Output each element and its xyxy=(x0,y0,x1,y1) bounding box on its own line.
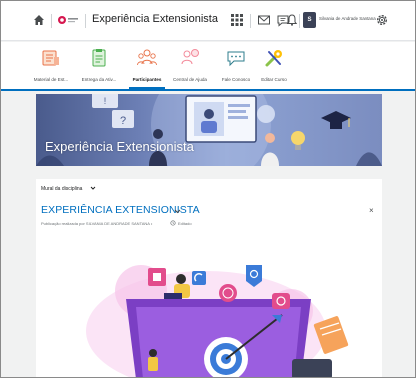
course-navbar: Material de Est... Entrega da Ativ... Pa… xyxy=(1,42,415,91)
banner-illustration: ! ? xyxy=(36,94,382,166)
divider xyxy=(51,14,52,28)
nav-item-entrega[interactable]: Entrega da Ativ... xyxy=(77,42,121,91)
divider xyxy=(299,14,300,28)
chevron-down-icon[interactable] xyxy=(90,185,96,191)
nav-label: Material de Est... xyxy=(33,77,69,82)
nav-label: Central de Ajuda xyxy=(173,77,207,82)
course-selector-grid-icon[interactable] xyxy=(230,13,244,27)
help-center-people-icon xyxy=(181,49,199,65)
wrench-tools-icon xyxy=(265,50,282,67)
nav-item-central-ajuda[interactable]: Central de Ajuda xyxy=(167,42,213,91)
home-icon[interactable] xyxy=(33,14,45,26)
course-title[interactable]: Experiência Extensionista xyxy=(92,13,218,25)
nav-item-material[interactable]: Material de Est... xyxy=(29,42,73,91)
user-avatar[interactable]: S xyxy=(303,12,316,28)
message-envelope-icon[interactable] xyxy=(257,13,271,27)
post-author-meta: Publicação realizada por SILVANIA DE AND… xyxy=(41,221,153,226)
clipboard-icon xyxy=(92,49,106,67)
notification-bell-icon[interactable] xyxy=(285,13,299,27)
divider xyxy=(250,14,251,28)
participants-people-icon xyxy=(137,49,157,66)
nav-label: Entrega da Ativ... xyxy=(81,77,117,82)
section-label[interactable]: Mural da disciplina xyxy=(41,186,82,192)
gear-icon[interactable] xyxy=(375,13,389,27)
close-icon[interactable]: × xyxy=(369,206,374,215)
svg-text:?: ? xyxy=(120,115,126,127)
svg-text:!: ! xyxy=(104,96,107,106)
post-illustration xyxy=(86,265,349,377)
nav-label: Editar Curso xyxy=(261,77,287,82)
top-bar: Experiência Extensionista S Silvania de … xyxy=(1,1,415,41)
user-name[interactable]: Silvania de Andrade Santana xyxy=(319,16,376,21)
chevron-down-icon[interactable] xyxy=(174,208,181,215)
institution-logo[interactable] xyxy=(57,14,79,26)
active-tab-indicator xyxy=(129,87,165,89)
divider xyxy=(85,14,86,28)
nav-label: Participantes xyxy=(132,77,162,82)
material-book-icon xyxy=(42,50,59,66)
post-edited-label: Editado xyxy=(178,221,192,226)
browser-frame: Experiência Extensionista S Silvania de … xyxy=(0,0,416,378)
course-banner: ! ? Experiência Extensionista xyxy=(36,94,382,166)
nav-item-participantes[interactable]: Participantes xyxy=(125,42,169,91)
announcement-card: Mural da disciplina EXPERIÊNCIA EXTENSIO… xyxy=(36,179,382,377)
speech-bubble-icon xyxy=(227,51,245,67)
edited-history-icon xyxy=(170,220,176,226)
banner-title: Experiência Extensionista xyxy=(45,139,194,154)
nav-item-editar-curso[interactable]: Editar Curso xyxy=(252,42,296,91)
